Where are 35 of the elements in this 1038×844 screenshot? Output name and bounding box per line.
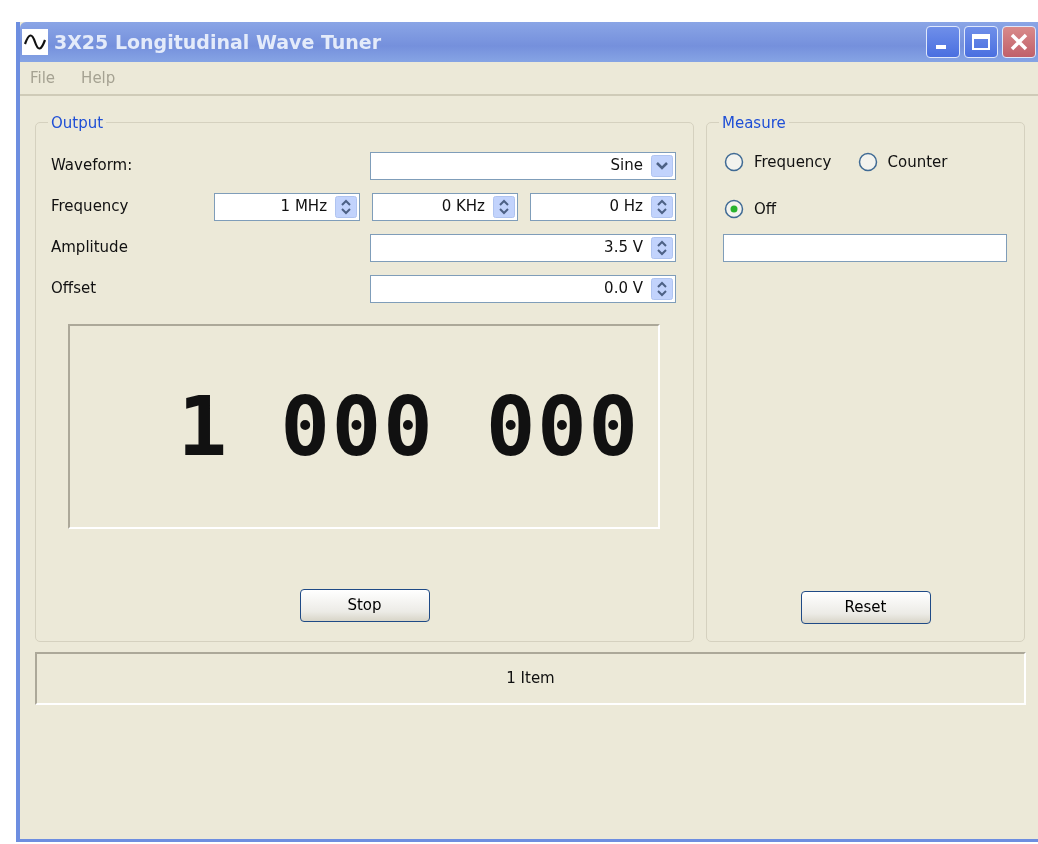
reset-button[interactable]: Reset — [800, 591, 931, 624]
field-label: Waveform: — [51, 155, 134, 177]
spin-field[interactable]: 0.0 V — [370, 274, 676, 303]
close-button[interactable] — [1002, 26, 1036, 58]
spinner-arrows-icon — [493, 195, 515, 218]
sine-wave-icon — [22, 29, 48, 55]
radio-button[interactable]: Frequency — [724, 151, 832, 174]
spinner-arrows-icon — [651, 236, 673, 259]
close-icon — [1009, 32, 1029, 52]
frequency-readout: 1 000 000 — [177, 385, 640, 468]
field-label: Frequency — [51, 196, 130, 218]
radio-circle-icon — [724, 198, 744, 219]
radio-circle-icon — [857, 152, 878, 173]
spinner-arrows-icon — [651, 195, 673, 218]
field-label: Amplitude — [51, 237, 129, 259]
chevron-down-icon — [651, 154, 673, 177]
window-title: 3X25 Longitudinal Wave Tuner — [54, 29, 382, 55]
status-text: 1 Item — [506, 668, 555, 690]
minimize-icon — [936, 45, 946, 49]
radio-button[interactable]: Off — [724, 197, 777, 220]
spin-field[interactable]: 0 KHz — [372, 192, 518, 221]
maximize-button[interactable] — [964, 26, 998, 58]
maximize-icon — [971, 33, 991, 51]
spin-field[interactable]: 3.5 V — [370, 233, 676, 262]
measurement-field[interactable] — [723, 234, 1007, 262]
spinner-arrows-icon — [335, 195, 357, 218]
spin-field[interactable]: 0 Hz — [530, 192, 676, 221]
spin-field[interactable]: 1 MHz — [214, 192, 360, 221]
minimize-button[interactable] — [926, 26, 960, 58]
radio-circle-icon — [724, 152, 744, 173]
field-label: Offset — [51, 278, 98, 300]
stop-button[interactable]: Stop — [299, 589, 430, 622]
radio-button[interactable]: Counter — [857, 151, 948, 174]
dropdown[interactable]: Sine — [370, 151, 676, 180]
spinner-arrows-icon — [651, 277, 673, 300]
